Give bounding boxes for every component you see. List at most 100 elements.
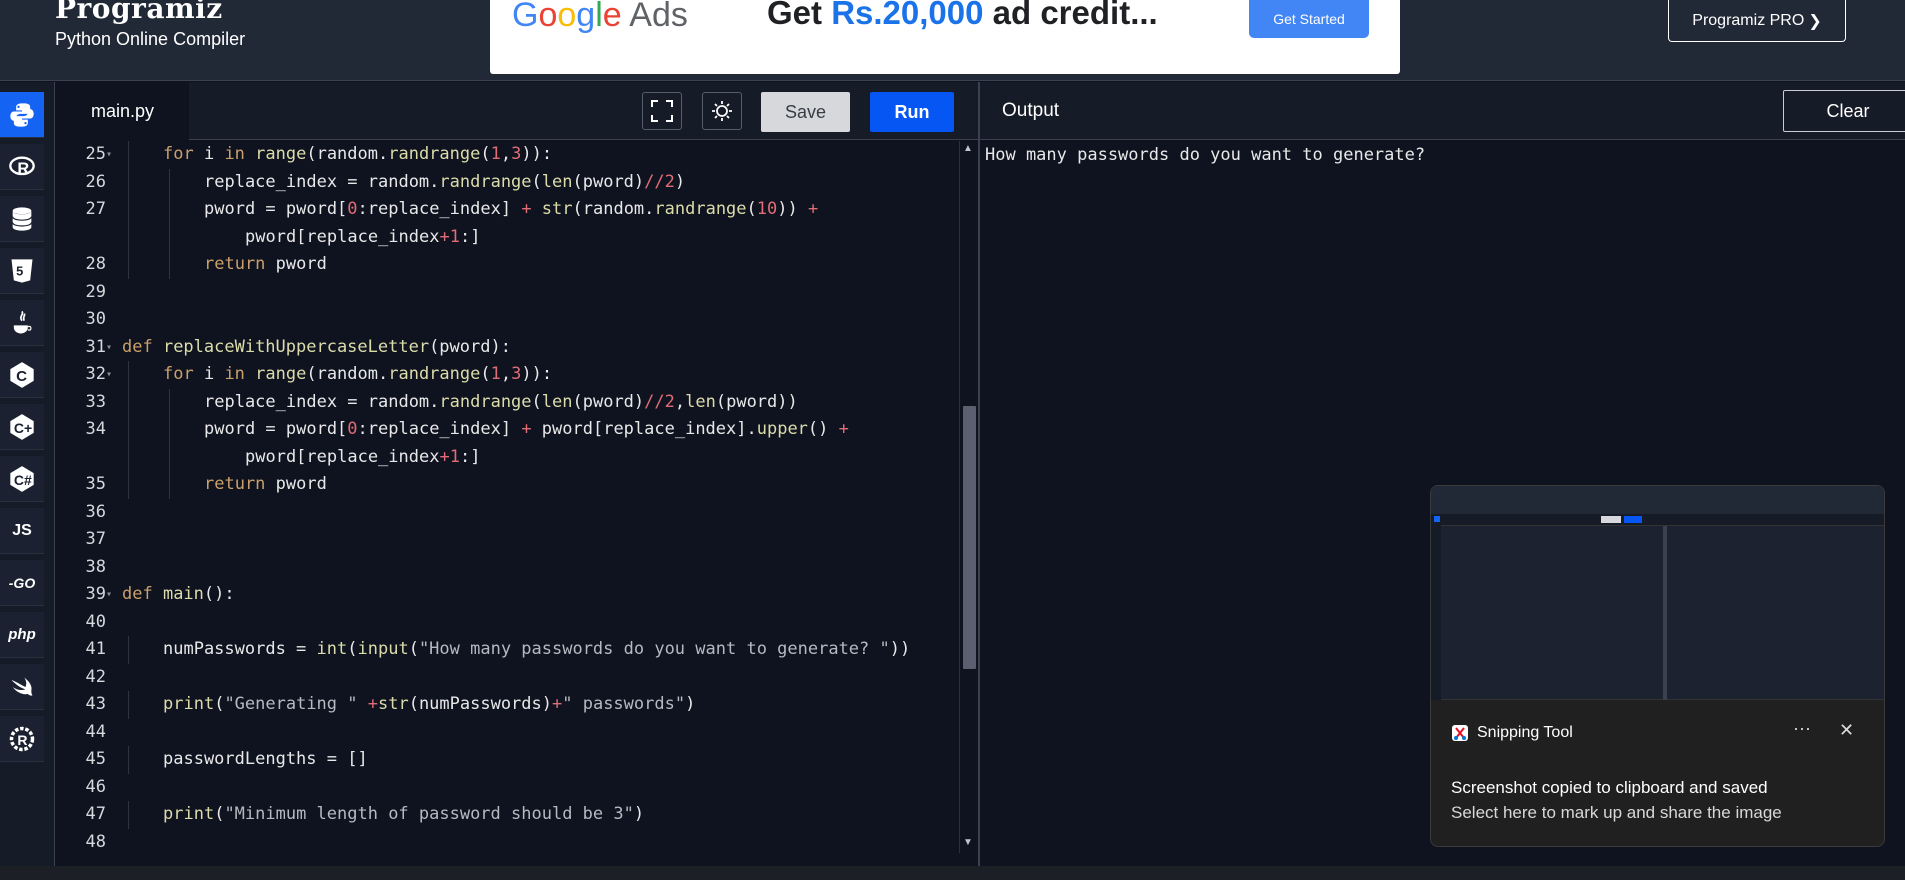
code-line[interactable]: print("Minimum length of password should… xyxy=(163,801,644,828)
indent-guide xyxy=(128,416,129,444)
sidebar-item-java[interactable] xyxy=(0,300,44,346)
sidebar-item-csharp[interactable]: C# xyxy=(0,456,44,502)
code-token: pword xyxy=(275,254,327,274)
page-subtitle: Python Online Compiler xyxy=(55,29,246,49)
sidebar-item-php[interactable]: php xyxy=(0,612,44,658)
code-line[interactable]: for i in range(random.randrange(1,3)): xyxy=(163,361,552,388)
code-token: "How many passwords do you want to gener… xyxy=(418,639,890,659)
line-number: 32 xyxy=(85,364,106,384)
code-line[interactable]: def main(): xyxy=(122,581,235,608)
code-token: :replace_index] xyxy=(357,419,522,439)
code-line[interactable]: passwordLengths = [] xyxy=(163,746,368,773)
screenshot-thumbnail[interactable] xyxy=(1431,486,1884,700)
code-editor[interactable]: 25 ▾ for i in range(random.randrange(1,3))… xyxy=(56,141,959,853)
sidebar-item-r[interactable]: R xyxy=(0,144,44,190)
clear-button[interactable]: Clear xyxy=(1783,90,1905,132)
sidebar-item-python[interactable] xyxy=(0,92,44,138)
code-token: // xyxy=(644,171,665,192)
line-number: 28 xyxy=(85,254,106,274)
indent-guide xyxy=(128,223,129,251)
sidebar-item-html[interactable]: 5 xyxy=(0,248,44,294)
ad-get-started-button[interactable]: Get Started xyxy=(1249,0,1369,38)
close-icon[interactable]: ✕ xyxy=(1839,720,1854,741)
code-line[interactable]: print("Generating " +str(numPasswords)+"… xyxy=(163,691,695,718)
code-line[interactable]: def replaceWithUppercaseLetter(pword): xyxy=(122,334,511,361)
code-token: def xyxy=(122,584,163,604)
svg-text:5: 5 xyxy=(16,263,23,278)
code-line[interactable]: return pword xyxy=(204,251,327,278)
code-token: print xyxy=(163,804,215,824)
scroll-up-arrow-icon[interactable]: ▲ xyxy=(963,143,973,154)
snipping-tool-icon xyxy=(1452,725,1468,741)
code-token: 10 xyxy=(756,199,778,219)
tab-main-py[interactable]: main.py xyxy=(56,82,189,140)
line-number: 30 xyxy=(85,309,106,329)
sidebar-item-swift[interactable] xyxy=(0,664,44,710)
code-line[interactable]: for i in range(random.randrange(1,3)): xyxy=(163,141,552,168)
fold-arrow-icon[interactable]: ▾ xyxy=(106,141,116,168)
code-line[interactable]: pword[replace_index+1:] xyxy=(245,444,480,471)
sidebar-item-sql[interactable] xyxy=(0,196,44,242)
sidebar-item-go[interactable]: -GO xyxy=(0,560,44,606)
code-token: (numPasswords) xyxy=(408,694,552,714)
sidebar-item-rust[interactable]: R xyxy=(0,716,44,762)
indent-guide xyxy=(128,443,129,471)
scrollbar-thumb[interactable] xyxy=(963,406,976,669)
code-token: + xyxy=(838,419,849,439)
code-line[interactable]: return pword xyxy=(204,471,327,498)
code-token: randrange xyxy=(388,364,481,384)
fold-arrow-icon[interactable]: ▾ xyxy=(106,581,116,608)
code-line[interactable]: pword[replace_index+1:] xyxy=(245,224,480,251)
code-token: 2 xyxy=(664,391,675,412)
code-token: + xyxy=(439,446,450,467)
code-line[interactable]: replace_index = random.randrange(len(pwo… xyxy=(204,169,685,196)
more-options-icon[interactable]: ··· xyxy=(1793,718,1811,739)
fold-arrow-icon[interactable]: ▾ xyxy=(106,334,116,361)
code-token: )) xyxy=(777,199,798,219)
svg-text:C#: C# xyxy=(14,471,32,487)
code-line[interactable]: pword = pword[0:replace_index] + str(ran… xyxy=(204,196,818,223)
sidebar-item-js[interactable]: JS xyxy=(0,508,44,554)
toast-app-name: Snipping Tool xyxy=(1477,724,1573,741)
fold-arrow-icon[interactable]: ▾ xyxy=(106,361,116,388)
code-token: 1 xyxy=(490,144,501,164)
fullscreen-icon xyxy=(651,100,673,122)
code-token: )) xyxy=(521,364,542,384)
code-line[interactable]: pword = pword[0:replace_index] + pword[r… xyxy=(204,416,849,443)
code-token: (): xyxy=(203,584,235,604)
brand-logo[interactable]: Programiz xyxy=(55,0,223,25)
line-number: 38 xyxy=(85,556,106,577)
sun-icon xyxy=(712,101,732,121)
toast-message: Screenshot copied to clipboard and saved xyxy=(1451,778,1768,797)
editor-toolbar: main.py Save Run xyxy=(56,82,978,140)
code-token: ( xyxy=(746,199,757,219)
programiz-pro-button[interactable]: Programiz PRO ❯ xyxy=(1668,0,1846,42)
code-token: len xyxy=(541,171,573,192)
toast-app-title: Snipping Tool xyxy=(1451,724,1573,742)
run-button[interactable]: Run xyxy=(870,92,954,132)
code-token: "Minimum length of password should be 3" xyxy=(224,804,634,824)
ad-banner[interactable]: Google Ads Get Rs.20,000 ad credit... Ge… xyxy=(490,0,1400,74)
code-token: str xyxy=(377,694,409,714)
code-token: )) xyxy=(889,639,911,659)
code-token: for xyxy=(163,364,204,384)
snipping-tool-notification[interactable]: Snipping Tool ··· ✕ Screenshot copied to… xyxy=(1430,485,1885,847)
sidebar-item-c[interactable]: C xyxy=(0,352,44,398)
scroll-down-arrow-icon[interactable]: ▼ xyxy=(963,837,973,848)
editor-scrollbar[interactable]: ▲ ▼ xyxy=(959,141,978,853)
code-token: 1 xyxy=(490,364,501,384)
code-token: " passwords" xyxy=(562,694,686,714)
sidebar-item-cpp[interactable]: C+ xyxy=(0,404,44,450)
code-token: replace_index = random. xyxy=(204,391,440,412)
fullscreen-button[interactable] xyxy=(642,92,682,130)
code-token: ) xyxy=(685,694,696,714)
js-icon: JS xyxy=(12,521,32,539)
code-token: (random. xyxy=(572,199,655,219)
indent-guide xyxy=(169,168,170,196)
code-token: pword[replace_index]. xyxy=(541,419,757,439)
theme-toggle-button[interactable] xyxy=(702,92,742,130)
rust-icon: R xyxy=(9,726,35,751)
code-line[interactable]: replace_index = random.randrange(len(pwo… xyxy=(204,389,798,416)
save-button[interactable]: Save xyxy=(761,92,850,132)
code-line[interactable]: numPasswords = int(input("How many passw… xyxy=(163,636,910,663)
